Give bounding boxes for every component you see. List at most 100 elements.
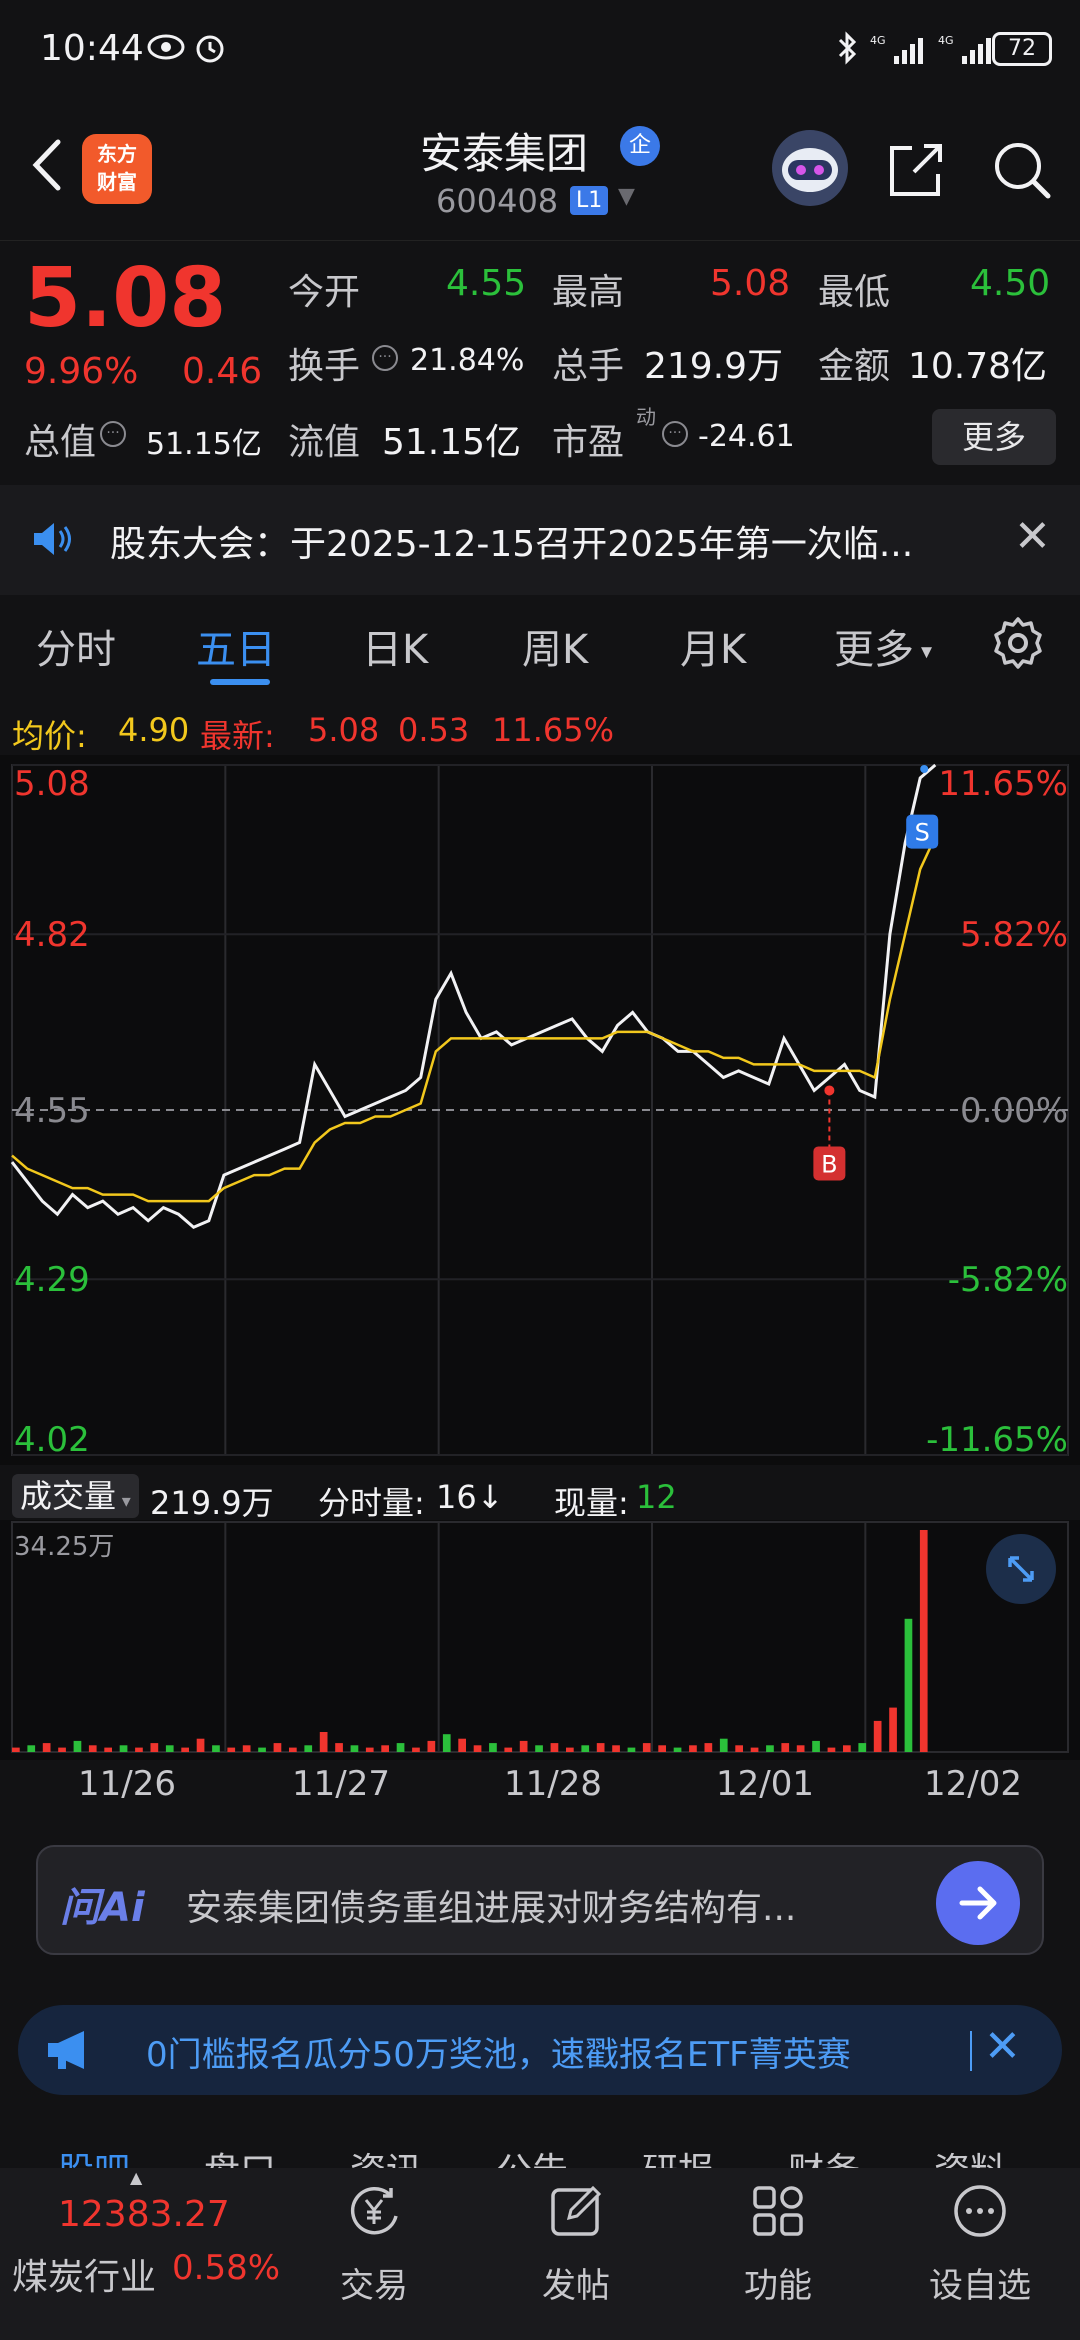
nav-label: 发帖: [542, 2266, 610, 2306]
close-icon[interactable]: ✕: [984, 2021, 1021, 2072]
tab-news[interactable]: 资讯: [350, 2142, 422, 2170]
volume-chart[interactable]: 34.25万: [0, 1520, 1080, 1760]
info-icon[interactable]: ···: [662, 421, 688, 447]
tab-five-day[interactable]: 五日: [196, 617, 276, 675]
ai-robot-icon[interactable]: [772, 130, 848, 206]
latest-change-pct: 11.65%: [492, 711, 615, 749]
volume-bar: [750, 1747, 759, 1752]
tab-more[interactable]: 更多 ▾: [834, 617, 932, 675]
tab-research[interactable]: 研报: [642, 2142, 714, 2170]
info-icon[interactable]: ···: [372, 345, 398, 371]
buy-marker-label: B: [821, 1150, 837, 1178]
ai-question-bar[interactable]: 问Ai 安泰集团债务重组进展对财务结构有...: [36, 1845, 1044, 1955]
stock-code: 600408: [436, 182, 559, 220]
close-icon[interactable]: ✕: [1014, 511, 1051, 562]
volume-bar: [27, 1745, 36, 1752]
nav-trade[interactable]: 交易: [304, 2182, 444, 2307]
low-value: 4.50: [970, 263, 1051, 304]
volume-bar: [858, 1743, 867, 1752]
back-arrow-icon[interactable]: [20, 130, 80, 200]
volume-bar: [689, 1745, 697, 1752]
nav-add-watchlist[interactable]: 设自选: [910, 2182, 1050, 2307]
tab-finance[interactable]: 财务: [788, 2142, 860, 2170]
industry-index-value[interactable]: 12383.27: [58, 2194, 230, 2235]
search-icon[interactable]: [990, 138, 1054, 202]
tab-daily-k[interactable]: 日K: [362, 617, 428, 675]
y-tick-right: 11.65%: [938, 764, 1068, 804]
volume-chart-svg: [11, 1521, 1069, 1753]
info-icon[interactable]: ···: [100, 421, 126, 447]
turnover-value: 21.84%: [410, 343, 525, 378]
stock-name: 安泰集团: [420, 129, 589, 178]
high-label: 最高: [552, 272, 625, 313]
promo-banner[interactable]: 0门槛报名瓜分50万奖池，速戳报名ETF菁英赛 ✕: [18, 2005, 1062, 2095]
avg-label: 均价:: [12, 717, 87, 755]
y-tick-left: 4.82: [14, 915, 90, 955]
volume-value: 219.9万: [644, 346, 784, 387]
mktcap-value: 51.15亿: [146, 427, 262, 462]
y-tick-right: -11.65%: [926, 1420, 1068, 1460]
bluetooth-icon: [836, 30, 860, 74]
volume-selector[interactable]: 成交量 ▾: [12, 1474, 139, 1518]
volume-label: 总手: [552, 346, 625, 387]
volume-bar: [919, 1530, 928, 1752]
grid-apps-icon: [749, 2182, 807, 2240]
volume-bar: [104, 1747, 112, 1752]
pe-value: -24.61: [698, 419, 795, 454]
date-label: 12/02: [924, 1764, 1022, 1804]
bottom-bar: ▲ 12383.27 煤炭行业 0.58% 交易 发帖 功能 设自选: [0, 2168, 1080, 2340]
nav-functions[interactable]: 功能: [708, 2182, 848, 2307]
latest-point-dot: [920, 765, 929, 773]
tab-pankou[interactable]: 盘口: [204, 2142, 276, 2170]
volume-max-label: 34.25万: [14, 1532, 115, 1562]
tab-announce[interactable]: 公告: [496, 2142, 568, 2170]
caret-up-icon: ▲: [130, 2168, 143, 2187]
volume-bar: [165, 1745, 174, 1752]
buy-marker-dot: [824, 1085, 835, 1096]
expand-icon[interactable]: [986, 1534, 1056, 1604]
arrow-right-icon[interactable]: [936, 1861, 1020, 1945]
date-label: 11/28: [504, 1764, 602, 1804]
avg-price-series-line: [11, 836, 937, 1203]
per-minute-value: 16↓: [436, 1478, 504, 1516]
volume-bar: [827, 1747, 836, 1752]
svg-text:4G: 4G: [938, 34, 954, 47]
tab-profile[interactable]: 资料: [934, 2142, 1006, 2170]
enterprise-badge: 企: [620, 126, 660, 166]
alarm-icon: [192, 30, 228, 74]
volume-bar: [889, 1707, 897, 1752]
volume-bar: [427, 1740, 436, 1752]
nav-label: 功能: [744, 2266, 812, 2306]
volume-bar: [319, 1732, 328, 1752]
volume-bar: [12, 1747, 20, 1752]
volume-bar: [412, 1747, 420, 1752]
volume-bar: [642, 1743, 651, 1752]
date-axis: 11/26 11/27 11/28 12/01 12/02: [0, 1760, 1080, 1810]
more-button[interactable]: 更多: [932, 409, 1056, 465]
level-dropdown-icon[interactable]: ▼: [618, 184, 635, 209]
date-label: 12/01: [716, 1764, 814, 1804]
per-minute-label: 分时量:: [318, 1484, 425, 1522]
level-badge[interactable]: L1: [570, 186, 609, 215]
share-icon[interactable]: [884, 138, 948, 202]
latest-label: 最新:: [200, 717, 275, 755]
now-volume-label: 现量:: [554, 1484, 629, 1522]
promo-text: 0门槛报名瓜分50万奖池，速戳报名ETF菁英赛: [146, 2035, 851, 2075]
price-chart[interactable]: 5.08 11.65% 4.82 5.82% 4.55 0.00% 4.29 -5.82% 4.…: [0, 755, 1080, 1465]
tab-minute[interactable]: 分时: [36, 617, 116, 675]
notice-bar[interactable]: 股东大会：于2025-12-15召开2025年第一次临... ✕: [0, 485, 1080, 595]
volume-bar: [766, 1745, 774, 1752]
tab-weekly-k[interactable]: 周K: [522, 617, 588, 675]
tab-monthly-k[interactable]: 月K: [680, 617, 746, 675]
more-dots-icon: [951, 2182, 1009, 2240]
settings-gear-icon[interactable]: [990, 615, 1046, 675]
nav-post[interactable]: 发帖: [506, 2182, 646, 2307]
low-label: 最低: [818, 272, 891, 313]
volume-bar: [365, 1747, 374, 1752]
volume-bar: [242, 1745, 251, 1752]
industry-name[interactable]: 煤炭行业: [12, 2248, 156, 2300]
volume-bar: [73, 1740, 82, 1752]
volume-bar: [442, 1734, 451, 1752]
tab-guba[interactable]: 股吧: [58, 2142, 130, 2170]
quote-panel: 5.08 9.96% 0.46 总值 ··· 51.15亿 今开 4.55 最高…: [0, 240, 1080, 485]
